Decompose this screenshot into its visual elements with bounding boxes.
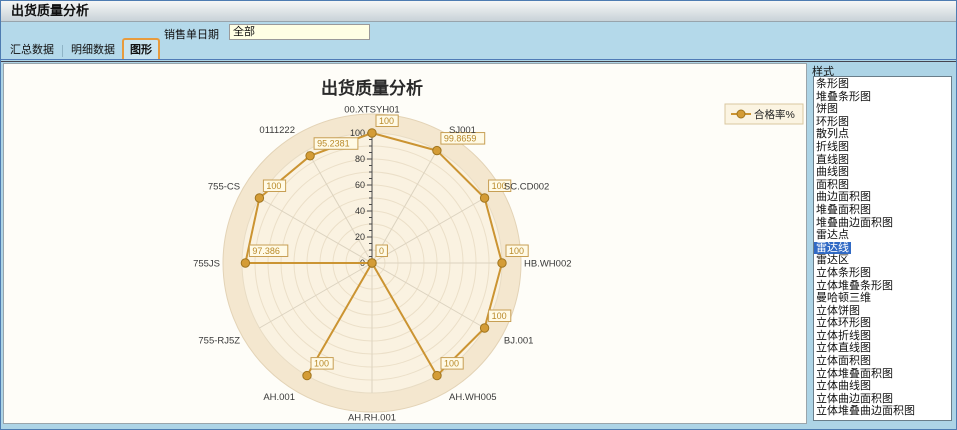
style-list-item[interactable]: 散列点	[814, 128, 951, 141]
style-list-item[interactable]: 环形图	[814, 116, 951, 129]
legend-dot-icon	[737, 110, 745, 118]
style-list-item[interactable]: 堆叠条形图	[814, 91, 951, 104]
value-label: 100	[311, 358, 333, 370]
style-list-item[interactable]: 立体条形图	[814, 267, 951, 280]
axis-tick-label: 60	[355, 180, 365, 190]
date-filter-input[interactable]: 全部	[229, 24, 370, 40]
style-panel: 样式 条形图堆叠条形图饼图环形图散列点折线图直线图曲线图面积图曲边面积图堆叠面积…	[808, 62, 956, 430]
style-list-item[interactable]: 立体堆叠曲边面积图	[814, 405, 951, 418]
style-list-item[interactable]: 曲线图	[814, 166, 951, 179]
data-point-marker	[303, 371, 311, 379]
value-label-text: 95.2381	[317, 139, 350, 149]
category-label: 755-RJ5Z	[198, 336, 240, 347]
category-label: SJ001	[449, 125, 476, 136]
date-filter-label: 销售单日期	[164, 26, 219, 42]
value-label: 100	[376, 115, 398, 127]
value-label-text: 100	[314, 358, 329, 368]
value-label-text: 0	[379, 246, 384, 256]
style-list-item[interactable]: 雷达区	[814, 254, 951, 267]
category-label: BJ.001	[504, 336, 534, 347]
style-list-item[interactable]: 立体曲边面积图	[814, 393, 951, 406]
data-point-marker	[306, 152, 314, 160]
chart-panel: 02040608010010099.8659100100100100010009…	[3, 63, 807, 424]
style-list-item[interactable]: 堆叠曲边面积图	[814, 217, 951, 230]
style-list-item[interactable]: 立体直线图	[814, 342, 951, 355]
axis-tick-label: 40	[355, 206, 365, 216]
tab-bar: 汇总数据明细数据图形	[1, 42, 956, 60]
app-titlebar: 出货质量分析	[1, 1, 956, 22]
style-list-item[interactable]: 立体环形图	[814, 317, 951, 330]
tab-graph[interactable]: 图形	[122, 38, 160, 59]
value-label: 100	[489, 310, 511, 322]
value-label-text: 100	[444, 358, 459, 368]
category-label: 0111222	[259, 125, 295, 136]
style-list-item[interactable]: 曼哈顿三维	[814, 292, 951, 305]
legend-label: 合格率%	[754, 108, 795, 121]
axis-tick-label: 20	[355, 232, 365, 242]
data-point-marker	[368, 259, 376, 267]
data-point-marker	[480, 194, 488, 202]
style-list-item[interactable]: 饼图	[814, 103, 951, 116]
data-point-marker	[433, 146, 441, 154]
style-list-item[interactable]: 立体折线图	[814, 330, 951, 343]
style-list-item[interactable]: 折线图	[814, 141, 951, 154]
data-point-marker	[368, 129, 376, 137]
category-label: 755-CS	[208, 182, 240, 193]
style-list-item[interactable]: 立体堆叠面积图	[814, 368, 951, 381]
style-list-item[interactable]: 曲边面积图	[814, 191, 951, 204]
value-label: 95.2381	[314, 138, 358, 150]
value-label: 97.386	[249, 245, 287, 257]
category-label: HB.WH002	[524, 259, 572, 270]
tab-detail-data[interactable]: 明细数据	[64, 39, 122, 59]
value-label: 100	[506, 245, 528, 257]
category-label: AH.001	[263, 392, 295, 403]
style-list-item[interactable]: 雷达线	[814, 242, 851, 255]
value-label-text: 100	[266, 181, 281, 191]
style-list-item[interactable]: 立体饼图	[814, 305, 951, 318]
app-window: 出货质量分析 销售单日期 全部 汇总数据明细数据图形 0 20 40 60 80 100 1…	[0, 0, 957, 430]
value-label: 100	[441, 358, 463, 370]
category-label: SC.CD002	[504, 182, 549, 193]
value-label-text: 100	[509, 246, 524, 256]
data-point-marker	[480, 324, 488, 332]
value-label: 100	[263, 180, 285, 192]
chart-style-listbox[interactable]: 条形图堆叠条形图饼图环形图散列点折线图直线图曲线图面积图曲边面积图堆叠面积图堆叠…	[813, 76, 952, 421]
style-list-item[interactable]: 立体面积图	[814, 355, 951, 368]
value-label-text: 100	[492, 311, 507, 321]
data-point-marker	[241, 259, 249, 267]
category-label: AH.WH005	[449, 392, 497, 403]
style-list-item[interactable]: 堆叠面积图	[814, 204, 951, 217]
tab-separator	[62, 45, 63, 57]
style-list-item[interactable]: 条形图	[814, 78, 951, 91]
style-list-item[interactable]: 立体曲线图	[814, 380, 951, 393]
style-list-item[interactable]: 直线图	[814, 154, 951, 167]
style-list-item[interactable]: 面积图	[814, 179, 951, 192]
axis-tick-label: 80	[355, 154, 365, 164]
chart-title: 出货质量分析	[321, 78, 423, 98]
value-label-text: 100	[379, 116, 394, 126]
category-label: AH.RH.001	[348, 413, 396, 424]
category-label: 00.XTSYH01	[344, 105, 399, 116]
tab-summary-data[interactable]: 汇总数据	[3, 39, 61, 59]
content-area: 02040608010010099.8659100100100100010009…	[1, 62, 956, 429]
value-label: 0	[376, 245, 387, 257]
style-list-item[interactable]: 雷达点	[814, 229, 951, 242]
category-label: 755JS	[193, 259, 220, 270]
data-point-marker	[433, 371, 441, 379]
data-point-marker	[498, 259, 506, 267]
chart-legend: 合格率%	[725, 104, 803, 124]
data-point-marker	[255, 194, 263, 202]
radar-chart: 02040608010010099.8659100100100100010009…	[4, 64, 806, 423]
page-title: 出货质量分析	[11, 1, 89, 21]
value-label-text: 97.386	[252, 246, 280, 256]
style-list-item[interactable]: 立体堆叠条形图	[814, 280, 951, 293]
